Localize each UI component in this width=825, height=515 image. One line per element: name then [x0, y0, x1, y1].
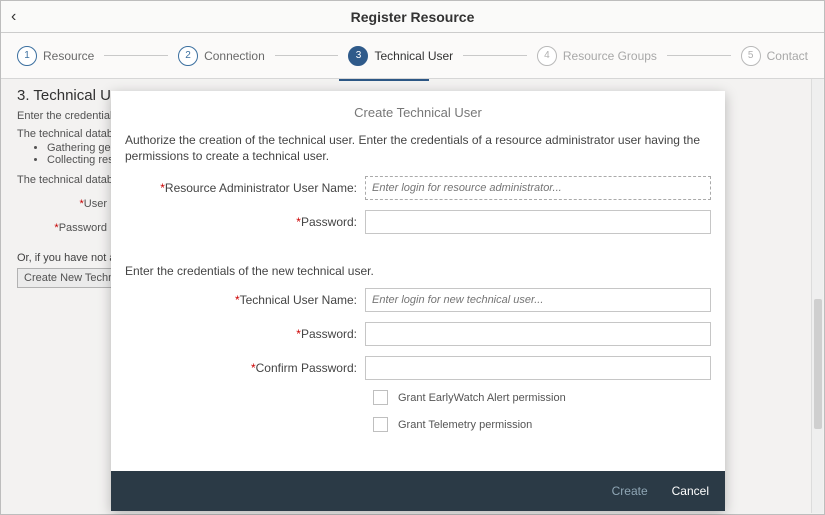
back-icon[interactable]: ‹	[11, 8, 16, 26]
step-number: 3	[348, 46, 368, 66]
tech-password-label: *Password:	[125, 327, 365, 341]
step-connection[interactable]: 2 Connection	[178, 46, 265, 66]
tech-password-input[interactable]	[365, 322, 711, 346]
step-label: Contact	[767, 49, 808, 63]
admin-password-row: *Password:	[125, 210, 711, 234]
vertical-scrollbar[interactable]	[811, 79, 823, 513]
step-resource[interactable]: 1 Resource	[17, 46, 94, 66]
step-contact[interactable]: 5 Contact	[741, 46, 808, 66]
grant-ewa-label: Grant EarlyWatch Alert permission	[398, 392, 566, 404]
confirm-password-label: *Confirm Password:	[125, 361, 365, 375]
dialog-body: Authorize the creation of the technical …	[111, 132, 725, 471]
create-button[interactable]: Create	[612, 484, 648, 498]
grant-telemetry-row: Grant Telemetry permission	[373, 417, 711, 432]
step-label: Resource Groups	[563, 49, 657, 63]
confirm-password-input[interactable]	[365, 356, 711, 380]
step-number: 1	[17, 46, 37, 66]
step-label: Connection	[204, 49, 265, 63]
wizard-stepper: 1 Resource 2 Connection 3 Technical User…	[1, 33, 824, 79]
step-technical-user[interactable]: 3 Technical User	[348, 46, 453, 66]
page-header: ‹ Register Resource	[1, 1, 824, 33]
grant-ewa-row: Grant EarlyWatch Alert permission	[373, 390, 711, 405]
admin-username-label: *Resource Administrator User Name:	[125, 181, 365, 195]
tech-username-input[interactable]	[365, 288, 711, 312]
step-label: Technical User	[374, 49, 453, 63]
tech-password-row: *Password:	[125, 322, 711, 346]
tech-username-row: *Technical User Name:	[125, 288, 711, 312]
grant-telemetry-label: Grant Telemetry permission	[398, 419, 532, 431]
step-connector	[463, 55, 527, 56]
step-connector	[275, 55, 339, 56]
step-number: 5	[741, 46, 761, 66]
section2-instruction: Enter the credentials of the new technic…	[125, 264, 711, 278]
step-number: 4	[537, 46, 557, 66]
dialog-footer: Create Cancel	[111, 471, 725, 511]
step-connector	[667, 55, 731, 56]
create-technical-user-dialog: Create Technical User Authorize the crea…	[111, 91, 725, 511]
dialog-title: Create Technical User	[111, 91, 725, 132]
admin-password-label: *Password:	[125, 215, 365, 229]
grant-telemetry-checkbox[interactable]	[373, 417, 388, 432]
grant-ewa-checkbox[interactable]	[373, 390, 388, 405]
step-number: 2	[178, 46, 198, 66]
step-resource-groups[interactable]: 4 Resource Groups	[537, 46, 657, 66]
step-connector	[104, 55, 168, 56]
cancel-button[interactable]: Cancel	[672, 484, 709, 498]
admin-username-input[interactable]	[365, 176, 711, 200]
scrollbar-thumb[interactable]	[814, 299, 822, 429]
dialog-instruction: Authorize the creation of the technical …	[125, 132, 711, 164]
confirm-password-row: *Confirm Password:	[125, 356, 711, 380]
page-title: Register Resource	[351, 9, 475, 25]
admin-password-input[interactable]	[365, 210, 711, 234]
page-root: ‹ Register Resource 1 Resource 2 Connect…	[0, 0, 825, 515]
admin-username-row: *Resource Administrator User Name:	[125, 176, 711, 200]
tech-username-label: *Technical User Name:	[125, 293, 365, 307]
step-label: Resource	[43, 49, 94, 63]
